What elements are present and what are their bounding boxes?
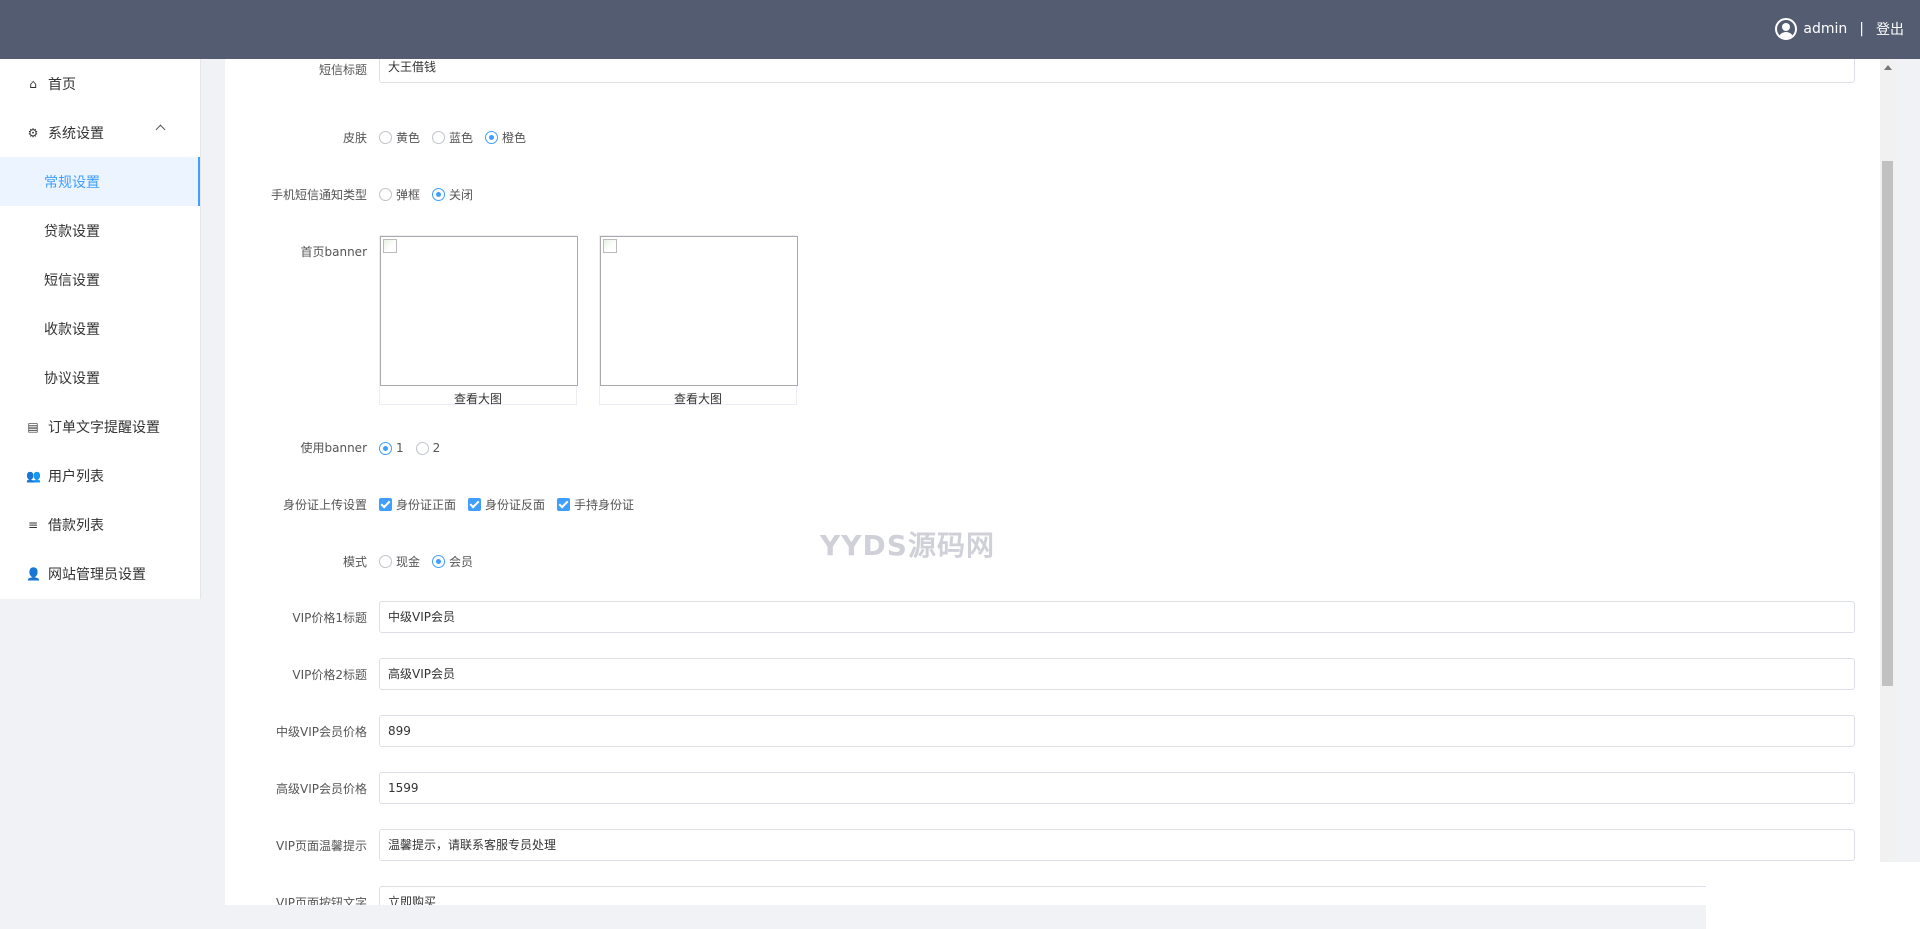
lines-icon: ≡ [27,517,39,532]
sidebar-item-loan-settings[interactable]: 贷款设置 [0,206,200,255]
radio-button-selected[interactable] [432,188,446,201]
checkbox-checked[interactable] [468,498,482,511]
sms-type-option-popup[interactable]: 弹框 [379,186,420,203]
vip-tip-input[interactable]: 温馨提示，请联系客服专员处理 [379,829,1855,861]
sidebar-item-loan-list[interactable]: ≡ 借款列表 [0,500,200,549]
vertical-scrollbar[interactable] [1880,59,1895,905]
radio-button[interactable] [415,441,429,455]
skin-option-orange[interactable]: 橙色 [485,129,526,146]
sidebar-item-admin-settings[interactable]: 👤 网站管理员设置 [0,549,200,598]
vip1-title-input[interactable]: 中级VIP会员 [379,601,1855,633]
view-large-button-1[interactable]: 查看大图 [380,390,576,407]
id-back-option[interactable]: 身份证反面 [468,496,545,513]
top-header: admin | 登出 [0,0,1920,59]
sidebar-item-label: 网站管理员设置 [48,566,146,583]
high-vip-price-label: 高级VIP会员价格 [276,782,367,796]
vip2-title-input[interactable]: 高级VIP会员 [379,658,1855,690]
sidebar-item-user-list[interactable]: 👥 用户列表 [0,451,200,500]
banner-card-2: 查看大图 [599,235,798,407]
mode-option-member[interactable]: 会员 [432,553,473,570]
mid-vip-price-input[interactable]: 899 [379,715,1855,747]
sidebar-item-agreement-settings[interactable]: 协议设置 [0,353,200,402]
banner-card-1: 查看大图 [379,235,578,407]
home-icon: ⌂ [29,76,37,91]
id-front-option[interactable]: 身份证正面 [379,496,456,513]
radio-button[interactable] [432,131,446,144]
sidebar-item-label: 订单文字提醒设置 [48,419,160,436]
scroll-up-icon[interactable] [1884,65,1892,70]
sidebar-item-sms-settings[interactable]: 短信设置 [0,255,200,304]
sidebar-item-general-settings[interactable]: 常规设置 [0,157,200,206]
sidebar-item-payment-settings[interactable]: 收款设置 [0,304,200,353]
watermark: YYDS源码网 [820,529,995,562]
username[interactable]: admin [1803,21,1847,37]
mode-option-cash[interactable]: 现金 [379,553,420,570]
logout-link[interactable]: 登出 [1876,19,1904,39]
checkbox-checked[interactable] [379,498,392,511]
sidebar-item-label: 借款列表 [48,517,104,534]
vip-tip-label: VIP页面温馨提示 [276,839,367,853]
radio-button[interactable] [379,555,392,568]
vip-button-label: VIP页面按钮文字 [276,896,367,905]
sms-type-radio-group: 弹框 关闭 [379,186,473,203]
header-separator: | [1859,21,1864,37]
sidebar-item-label: 首页 [48,76,76,93]
skin-option-yellow[interactable]: 黄色 [379,129,420,146]
chevron-up-icon [155,124,166,135]
radio-button[interactable] [379,188,392,201]
use-banner-option-2[interactable]: 2 [415,441,440,455]
broken-image-icon [603,239,617,253]
sms-type-option-off[interactable]: 关闭 [432,186,473,203]
vip1-title-label: VIP价格1标题 [292,611,367,625]
vip-button-input[interactable]: 立即购买 [379,886,1855,905]
sidebar-item-label: 系统设置 [48,125,104,142]
mid-vip-price-label: 中级VIP会员价格 [276,725,367,739]
banner-image-1[interactable] [380,236,578,386]
gear-icon: ⚙ [27,125,39,140]
user-area: admin | 登出 [1775,18,1904,40]
radio-button[interactable] [379,131,392,144]
user-icon: 👤 [26,566,41,581]
sidebar-item-label: 用户列表 [48,468,104,485]
use-banner-radio-group: 1 2 [379,441,440,455]
checkbox-checked[interactable] [557,498,571,511]
id-handheld-option[interactable]: 手持身份证 [557,496,634,513]
sidebar-item-home[interactable]: ⌂ 首页 [0,59,200,108]
skin-option-blue[interactable]: 蓝色 [432,129,473,146]
use-banner-option-1[interactable]: 1 [379,441,404,455]
sidebar: ⌂ 首页 ⚙ 系统设置 常规设置 贷款设置 短信设置 收款设置 协议设置 ▤ 订… [0,59,201,599]
sms-title-input[interactable]: 大王借钱 [379,59,1855,83]
view-large-button-2[interactable]: 查看大图 [600,390,796,407]
sms-type-label: 手机短信通知类型 [270,188,367,202]
vip2-title-label: VIP价格2标题 [292,668,367,682]
sidebar-item-order-reminder[interactable]: ▤ 订单文字提醒设置 [0,402,200,451]
high-vip-price-input[interactable]: 1599 [379,772,1855,804]
broken-image-icon [383,239,397,253]
radio-button-selected[interactable] [432,555,446,568]
bottom-right-blank [1706,862,1920,929]
banner-image-2[interactable] [600,236,798,386]
users-icon: 👥 [26,468,41,483]
sms-title-label: 短信标题 [318,63,367,77]
mode-label: 模式 [342,555,367,569]
skin-label: 皮肤 [342,131,367,145]
user-avatar-icon [1775,18,1798,40]
mode-radio-group: 现金 会员 [379,553,473,570]
settings-form: 短信标题 大王借钱 皮肤 黄色 蓝色 橙色 手机短信通知类型 弹框 关闭 首页b… [225,59,1880,905]
radio-button-selected[interactable] [485,131,499,144]
use-banner-label: 使用banner [300,441,368,455]
skin-radio-group: 黄色 蓝色 橙色 [379,129,526,146]
radio-button-selected[interactable] [379,441,392,455]
id-upload-checkbox-group: 身份证正面 身份证反面 手持身份证 [379,496,634,513]
scroll-thumb[interactable] [1882,161,1893,686]
banner-label: 首页banner [300,245,368,259]
id-upload-label: 身份证上传设置 [282,498,367,512]
list-icon: ▤ [27,419,39,434]
sidebar-item-system-settings[interactable]: ⚙ 系统设置 [0,108,200,157]
